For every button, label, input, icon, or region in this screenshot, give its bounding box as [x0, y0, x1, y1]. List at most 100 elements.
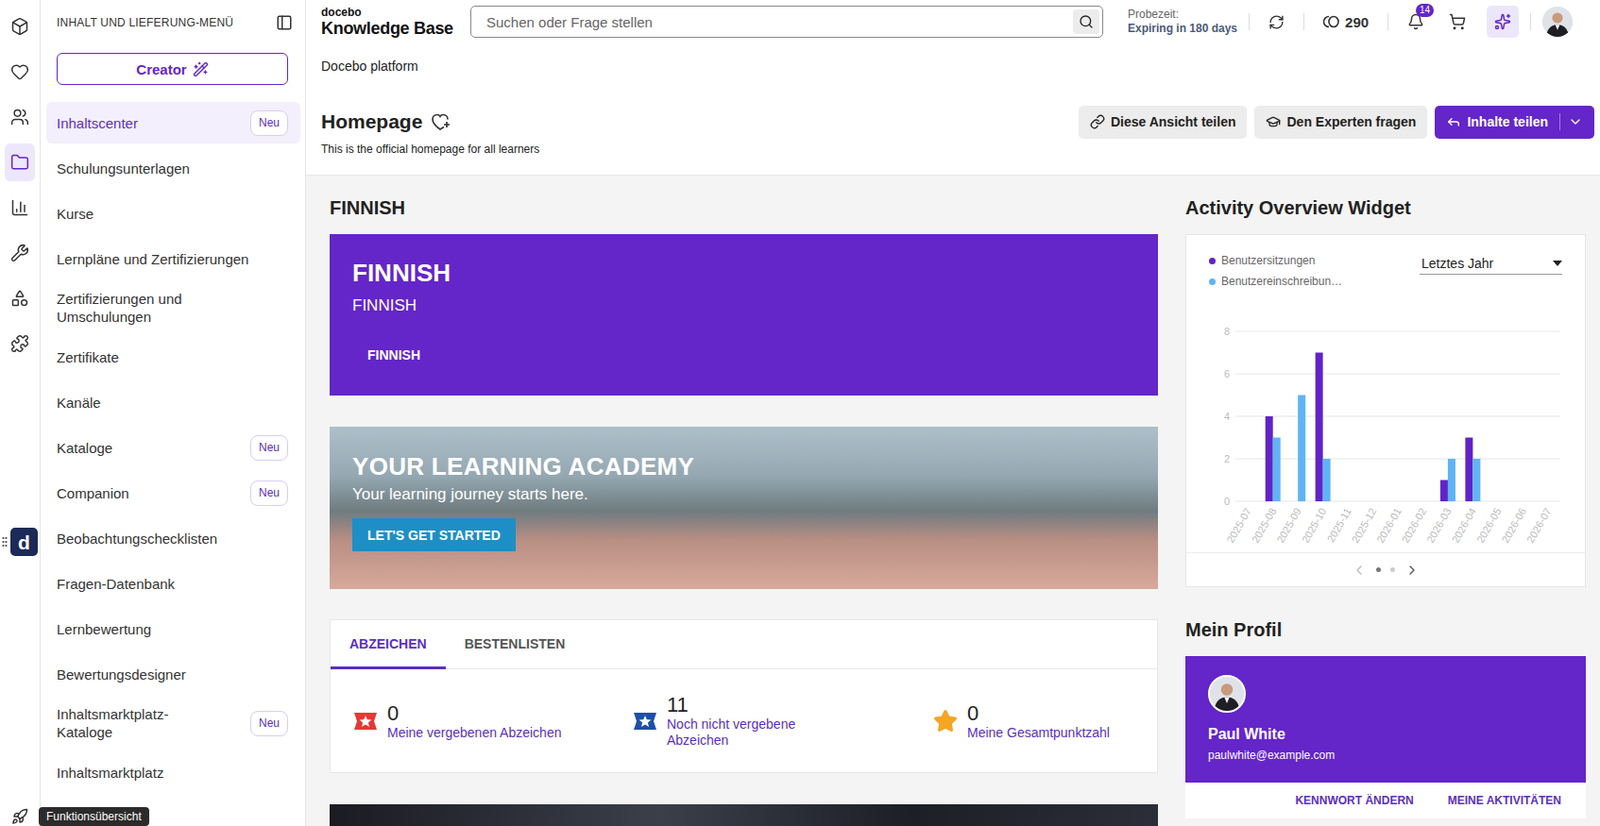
chart-bar[interactable]: [1247, 501, 1256, 503]
sidebar-item[interactable]: Kurse: [46, 192, 301, 235]
chart-icon: [10, 198, 30, 218]
chevron-left-icon[interactable]: [1351, 562, 1367, 579]
chart-bar[interactable]: [1340, 501, 1348, 503]
chart-bar[interactable]: [1373, 501, 1381, 503]
chart-bar[interactable]: [1472, 459, 1481, 502]
legend-item[interactable]: Benutzereinschreibun…: [1208, 274, 1343, 289]
chart-bar[interactable]: [1390, 501, 1398, 503]
right-column: Activity Overview WidgetBenutzersitzunge…: [1185, 196, 1586, 819]
sidebar-item[interactable]: Zertifikate: [46, 336, 301, 378]
chevron-right-icon[interactable]: [1404, 562, 1420, 579]
refresh-button[interactable]: [1260, 14, 1293, 31]
sidebar-item[interactable]: Zertifizierungen und Umschulungen: [46, 283, 301, 333]
pager-dot[interactable]: [1376, 567, 1381, 573]
chart-bar[interactable]: [1522, 501, 1531, 503]
sidebar-item-label: Zertifizierungen und Umschulungen: [56, 289, 267, 326]
creator-button[interactable]: Creator: [56, 52, 289, 86]
coins-button[interactable]: 290: [1315, 14, 1377, 31]
chart-bar[interactable]: [1240, 501, 1248, 503]
button-label: Diese Ansicht teilen: [1110, 114, 1237, 130]
tab[interactable]: BESTENLISTEN: [445, 620, 585, 670]
sidebar-item[interactable]: Bewertungsdesigner: [46, 653, 301, 696]
legend-item[interactable]: Benutzersitzungen: [1208, 254, 1343, 268]
search-button[interactable]: [1072, 9, 1100, 35]
new-badge: Neu: [250, 435, 289, 461]
breadcrumb[interactable]: Docebo platform: [321, 56, 1595, 76]
rail-button[interactable]: [4, 324, 35, 363]
divider: [1303, 13, 1305, 31]
chart-bar[interactable]: [1548, 501, 1556, 503]
user-avatar[interactable]: [1542, 6, 1573, 37]
chart-bar[interactable]: [1464, 438, 1473, 503]
button-separator: [1559, 113, 1561, 131]
chart-pager: [1186, 552, 1585, 587]
chart-bar[interactable]: [1540, 501, 1549, 503]
chart-bar[interactable]: [1315, 353, 1324, 503]
reply-icon: [1446, 114, 1462, 130]
rail-button[interactable]: [4, 52, 35, 91]
sidebar-item[interactable]: Schulungsunterlagen: [46, 147, 301, 189]
ai-assistant-button[interactable]: [1486, 5, 1519, 38]
activity-card: Benutzersitzungen Benutzereinschreibun… Le…: [1185, 234, 1586, 588]
chart-bar[interactable]: [1365, 501, 1374, 503]
chart-bar[interactable]: [1265, 416, 1274, 502]
divider: [1530, 13, 1532, 31]
sidebar-item[interactable]: Inhaltsmarktplatz-KatalogeNeu: [46, 698, 301, 749]
sidebar-item[interactable]: Fragen-Datenbank: [46, 562, 301, 605]
notifications-button[interactable]: 14: [1399, 13, 1432, 31]
stat: 0Meine vergebenen Abzeichen: [353, 702, 633, 742]
chart-bar[interactable]: [1447, 459, 1456, 502]
rail-button[interactable]: [4, 279, 35, 318]
sidebar-item[interactable]: Kanäle: [46, 381, 301, 424]
chart-bar[interactable]: [1497, 501, 1506, 503]
sidebar-item[interactable]: Inhaltsmarktplatz: [46, 751, 301, 794]
chart-bar[interactable]: [1397, 501, 1406, 503]
cart-button[interactable]: [1441, 13, 1474, 31]
stat-label[interactable]: Meine vergebenen Abzeichen: [387, 725, 562, 742]
period-select[interactable]: Letztes Jahr: [1419, 254, 1563, 275]
favorite-add-icon[interactable]: [431, 113, 451, 131]
chart-bar[interactable]: [1514, 501, 1523, 503]
rail-button[interactable]: [4, 98, 35, 137]
legend-label: Benutzereinschreibun…: [1221, 274, 1343, 289]
chart-bar[interactable]: [1297, 395, 1306, 503]
rail-button[interactable]: [4, 143, 35, 182]
rail-button[interactable]: [4, 188, 35, 227]
profile-link[interactable]: MEINE AKTIVITÄTEN: [1447, 794, 1562, 808]
stat-label[interactable]: Noch nicht vergebene Abzeichen: [666, 716, 847, 749]
banner-link[interactable]: FINNISH: [352, 336, 436, 375]
logo[interactable]: doceboKnowledge Base: [321, 6, 456, 37]
stat-label[interactable]: Meine Gesamtpunktzahl: [967, 725, 1110, 742]
rail-rocket-button[interactable]: [11, 807, 29, 826]
profile-link[interactable]: KENNWORT ÄNDERN: [1294, 794, 1413, 808]
sidebar-item[interactable]: KatalogeNeu: [46, 426, 301, 469]
chart-bar[interactable]: [1414, 501, 1423, 503]
sidebar-item[interactable]: Lernpläne und Zertifizierungen: [46, 238, 301, 280]
sidebar-item[interactable]: Lernbewertung: [46, 608, 301, 650]
chart-bar[interactable]: [1490, 501, 1498, 503]
header-button[interactable]: Diese Ansicht teilen: [1078, 105, 1248, 139]
activity-chart: 024682025-072025-082025-092025-102025-11…: [1186, 308, 1587, 553]
pager-dot[interactable]: [1390, 567, 1396, 573]
chart-bar[interactable]: [1273, 438, 1281, 503]
header-button[interactable]: Inhalte teilen: [1434, 105, 1595, 139]
users-icon: [10, 107, 30, 127]
sidebar-item[interactable]: InhaltscenterNeu: [46, 102, 301, 144]
sidebar-item[interactable]: CompanionNeu: [46, 472, 301, 514]
tab[interactable]: ABZEICHEN: [330, 620, 446, 670]
chart-bar[interactable]: [1347, 501, 1356, 503]
search-input[interactable]: [484, 13, 1073, 32]
rail-button[interactable]: [4, 7, 35, 46]
rail-button[interactable]: [4, 234, 35, 273]
sidebar-item[interactable]: Beobachtungschecklisten: [46, 517, 301, 560]
chart-bar[interactable]: [1440, 480, 1448, 503]
hero-button[interactable]: LET'S GET STARTED: [352, 518, 516, 552]
chart-bar[interactable]: [1422, 501, 1430, 503]
chart-bar[interactable]: [1323, 459, 1331, 502]
header-button[interactable]: Den Experten fragen: [1254, 105, 1428, 139]
notification-count: 14: [1415, 3, 1434, 18]
sidebar-item-label: Beobachtungschecklisten: [56, 529, 218, 548]
collapse-panel-icon[interactable]: [275, 14, 293, 32]
floating-widget[interactable]: d: [1, 527, 38, 557]
chart-bar[interactable]: [1290, 501, 1298, 503]
